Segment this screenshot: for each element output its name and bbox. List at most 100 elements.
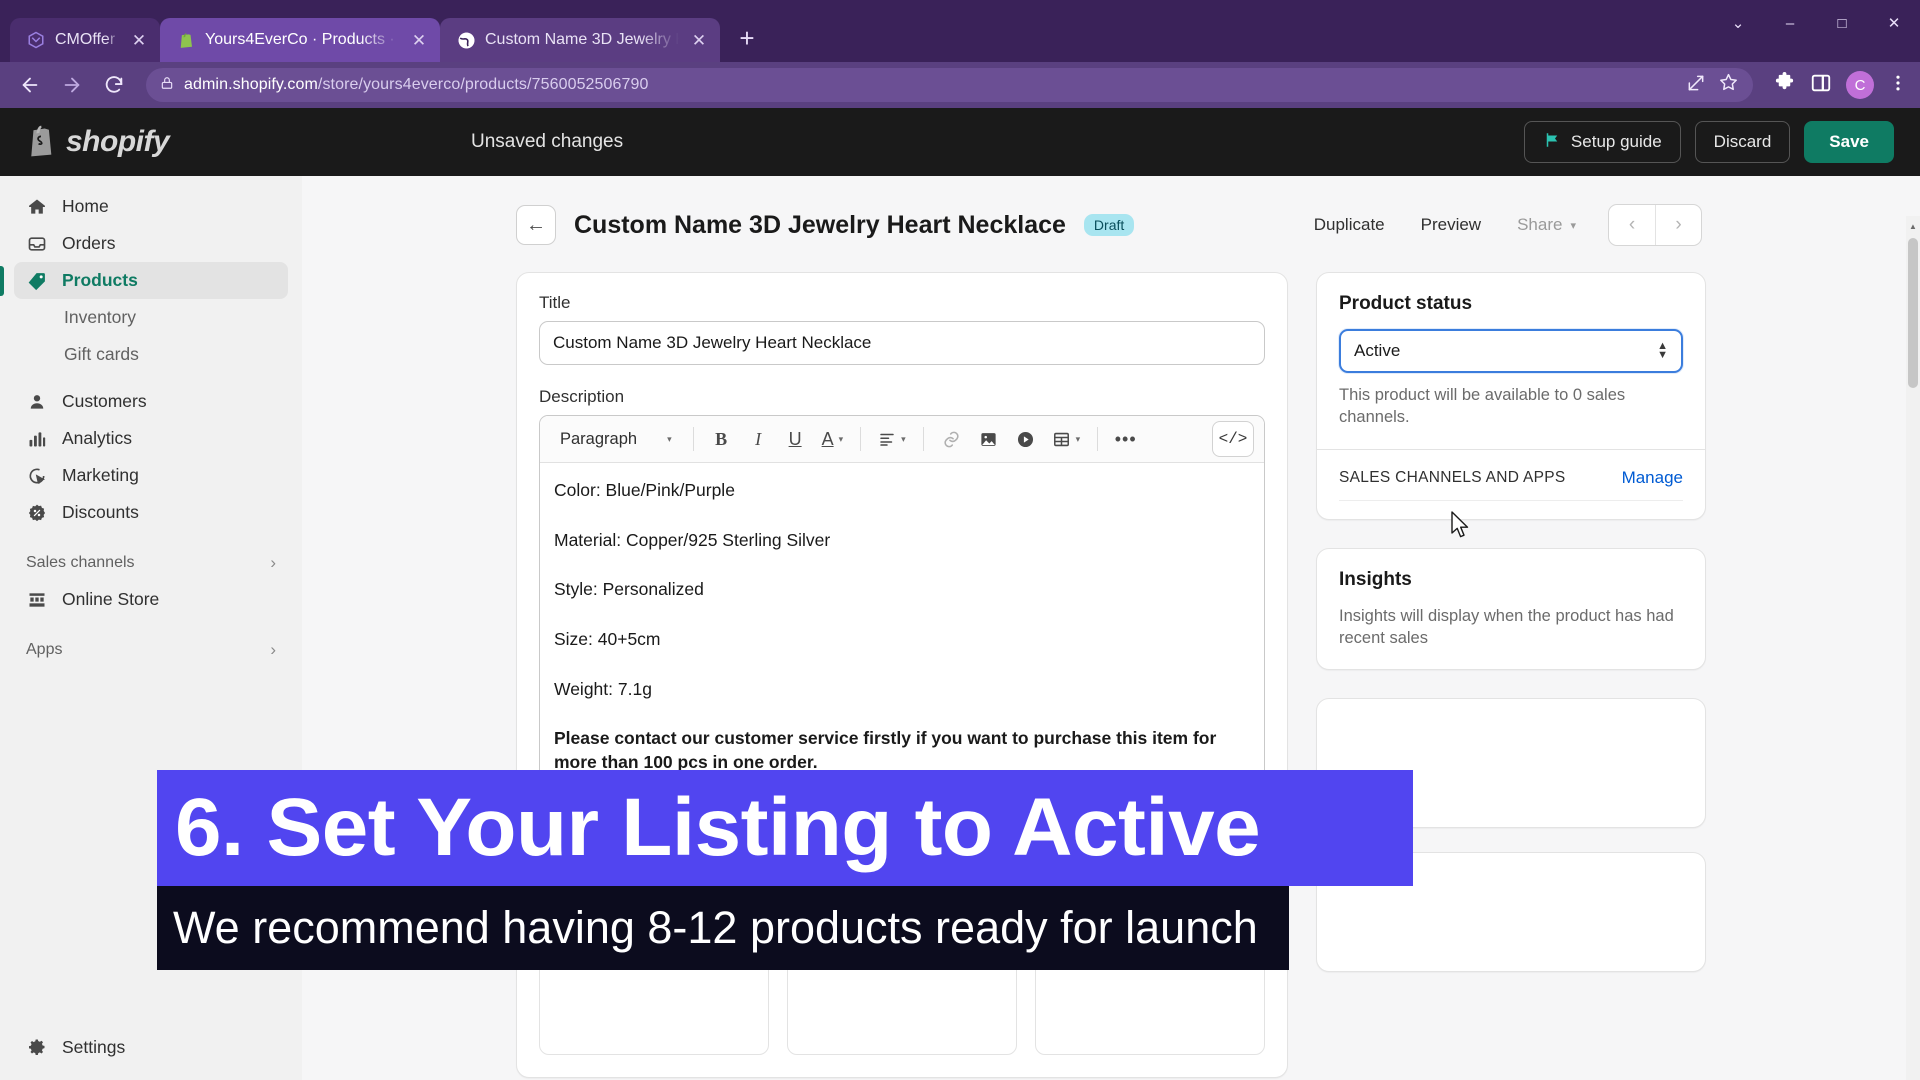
duplicate-button[interactable]: Duplicate	[1300, 207, 1399, 243]
product-status-body: Product status Active ▲ ▼ This product wi…	[1317, 273, 1705, 449]
sidebar-group-sales-channels[interactable]: Sales channels ›	[14, 545, 288, 581]
sidebar-item-products[interactable]: Products	[14, 262, 288, 299]
link-icon[interactable]	[935, 423, 968, 456]
block-format-select[interactable]: Paragraph ▾	[550, 423, 682, 456]
sidebar-item-online-store[interactable]: Online Store	[14, 581, 288, 618]
italic-icon[interactable]: I	[742, 423, 775, 456]
browser-toolbar: admin.shopify.com/store/yours4everco/pro…	[0, 62, 1920, 108]
tab-search-chevron-icon[interactable]: ⌄	[1712, 0, 1764, 46]
description-editor: Paragraph ▾ B I U A ▾ ▾ ▾ ••• </> Color:…	[539, 415, 1265, 812]
maximize-button[interactable]: □	[1816, 0, 1868, 46]
sidebar-item-discounts[interactable]: Discounts	[14, 494, 288, 531]
sidebar-label: Products	[62, 270, 138, 290]
browser-tab-product-page[interactable]: Custom Name 3D Jewelry Heart N ✕	[440, 18, 720, 62]
sidebar-item-gift-cards[interactable]: Gift cards	[14, 336, 288, 373]
scroll-up-icon[interactable]: ▲	[1906, 218, 1920, 234]
chevron-down-icon: ▾	[901, 433, 906, 444]
shopify-bag-icon	[26, 123, 56, 162]
chevron-right-icon[interactable]: ›	[270, 553, 276, 573]
tab-label: Yours4EverCo · Products · Custom	[205, 31, 399, 48]
status-badge: Draft	[1083, 214, 1135, 236]
sidebar-item-home[interactable]: Home	[14, 188, 288, 225]
sidebar-item-analytics[interactable]: Analytics	[14, 420, 288, 457]
next-product-button[interactable]: ›	[1655, 205, 1701, 245]
chevron-right-icon[interactable]: ›	[270, 640, 276, 660]
description-line: Size: 40+5cm	[554, 628, 661, 649]
product-details-card: Title Custom Name 3D Jewelry Heart Neckl…	[516, 272, 1288, 833]
reload-icon[interactable]	[96, 67, 132, 103]
close-icon[interactable]: ✕	[128, 29, 150, 51]
image-icon[interactable]	[972, 423, 1005, 456]
description-line: Material: Copper/925 Sterling Silver	[554, 529, 831, 550]
forward-icon[interactable]	[54, 67, 90, 103]
active-indicator	[0, 266, 4, 296]
bold-icon[interactable]: B	[705, 423, 738, 456]
home-icon	[26, 196, 48, 218]
browser-tab-cmoffer[interactable]: CMOffer ✕	[10, 18, 160, 62]
sidebar-group-apps[interactable]: Apps ›	[14, 632, 288, 668]
analytics-bars-icon	[26, 428, 48, 450]
close-window-button[interactable]: ✕	[1868, 0, 1920, 46]
overlay-subtitle-text: We recommend having 8-12 products ready …	[173, 902, 1258, 953]
minimize-button[interactable]: –	[1764, 0, 1816, 46]
sidebar-item-marketing[interactable]: Marketing	[14, 457, 288, 494]
setup-guide-button[interactable]: Setup guide	[1523, 121, 1681, 163]
address-bar[interactable]: admin.shopify.com/store/yours4everco/pro…	[146, 68, 1753, 102]
discard-button[interactable]: Discard	[1694, 121, 1791, 163]
title-input[interactable]: Custom Name 3D Jewelry Heart Necklace	[539, 321, 1265, 365]
align-icon[interactable]: ▾	[872, 423, 912, 456]
product-status-select[interactable]: Active ▲ ▼	[1339, 329, 1683, 373]
save-button[interactable]: Save	[1804, 121, 1894, 163]
preview-button[interactable]: Preview	[1407, 207, 1495, 243]
shopify-logo[interactable]: shopify	[26, 123, 296, 162]
products-tag-icon	[26, 270, 48, 292]
sidebar-item-settings[interactable]: Settings	[14, 1036, 288, 1058]
sidebar-item-inventory[interactable]: Inventory	[14, 299, 288, 336]
text-color-icon[interactable]: A ▾	[816, 423, 850, 456]
discounts-percent-icon	[26, 502, 48, 524]
sidebar-label: Customers	[62, 391, 147, 411]
more-options-icon[interactable]: •••	[1109, 423, 1142, 456]
editor-toolbar: Paragraph ▾ B I U A ▾ ▾ ▾ ••• </>	[540, 416, 1264, 463]
description-content[interactable]: Color: Blue/Pink/Purple Material: Copper…	[540, 463, 1264, 810]
browser-menu-icon[interactable]	[1888, 73, 1908, 98]
description-line: Color: Blue/Pink/Purple	[554, 480, 735, 500]
chevron-down-icon: ▾	[667, 433, 672, 444]
scrollbar-thumb[interactable]	[1908, 238, 1918, 388]
flag-icon	[1543, 131, 1561, 154]
omnibox-actions	[1686, 72, 1739, 98]
text-color-glyph: A	[821, 428, 834, 449]
new-tab-button[interactable]: +	[730, 23, 764, 57]
bookmark-star-icon[interactable]	[1718, 72, 1739, 98]
overlay-title-text: 6. Set Your Listing to Active	[175, 782, 1261, 873]
browser-tab-shopify-products[interactable]: Yours4EverCo · Products · Custom ✕	[160, 18, 440, 62]
back-icon[interactable]	[12, 67, 48, 103]
setup-guide-label: Setup guide	[1570, 132, 1662, 151]
close-icon[interactable]: ✕	[408, 29, 430, 51]
insights-card: Insights Insights will display when the …	[1316, 547, 1706, 671]
page-scrollbar[interactable]: ▲ ▼	[1906, 216, 1920, 1080]
sales-channels-row: SALES CHANNELS AND APPS Manage	[1317, 450, 1705, 500]
sidebar-panel-icon[interactable]	[1810, 72, 1832, 99]
extensions-puzzle-icon[interactable]	[1773, 71, 1796, 99]
close-icon[interactable]: ✕	[688, 29, 710, 51]
manage-channels-link[interactable]: Manage	[1622, 468, 1683, 488]
sidebar-item-customers[interactable]: Customers	[14, 383, 288, 420]
description-line: Weight: 7.1g	[554, 678, 652, 699]
share-icon[interactable]	[1686, 73, 1706, 98]
title-field-label: Title	[539, 293, 571, 312]
underline-icon[interactable]: U	[779, 423, 812, 456]
back-arrow-icon[interactable]: ←	[516, 205, 556, 245]
share-button[interactable]: Share ▾	[1503, 207, 1590, 243]
profile-avatar[interactable]: C	[1846, 71, 1874, 99]
insights-heading: Insights	[1339, 568, 1412, 590]
lock-icon	[160, 75, 174, 96]
video-icon[interactable]	[1009, 423, 1042, 456]
table-icon[interactable]: ▾	[1046, 423, 1087, 456]
block-format-label: Paragraph	[560, 429, 638, 448]
sidebar-group-label: Sales channels	[26, 554, 135, 571]
code-view-button[interactable]: </>	[1212, 421, 1254, 457]
previous-product-button[interactable]: ‹	[1609, 205, 1655, 245]
sidebar-item-orders[interactable]: Orders	[14, 225, 288, 262]
divider	[1097, 427, 1099, 451]
